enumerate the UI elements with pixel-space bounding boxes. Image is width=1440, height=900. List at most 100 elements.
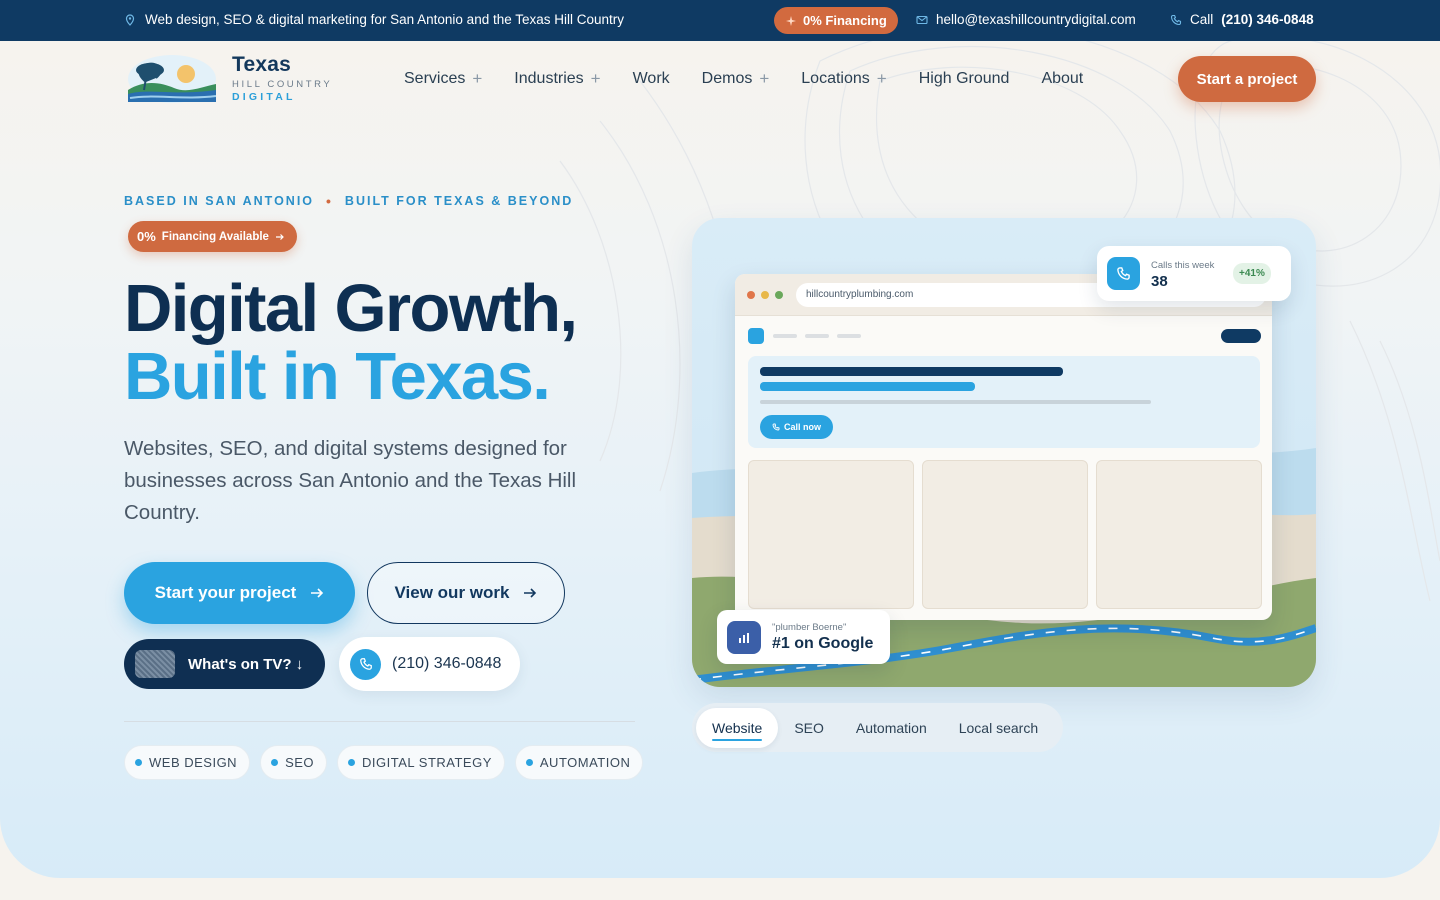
mock-card-row: [748, 460, 1262, 609]
arrow-right-icon: [275, 233, 284, 240]
financing-pill[interactable]: 0% Financing: [774, 7, 898, 34]
mock-nav-button: [1221, 329, 1261, 343]
bullet-icon: [525, 759, 533, 766]
mock-text-bar: [760, 400, 1151, 404]
nav-item-label: Industries: [514, 70, 584, 87]
nav-item-label: Demos: [701, 70, 753, 87]
visual-tabs: Website SEO Automation Local search: [692, 703, 1063, 752]
start-your-project-label: Start your project: [154, 583, 297, 602]
mock-title-bar: [760, 367, 1063, 376]
tab-automation[interactable]: Automation: [840, 708, 943, 748]
headline-line-2: Built in Texas.: [124, 339, 551, 414]
financing-badge-percent: 0%: [137, 229, 156, 244]
topbar-tagline-text: Web design, SEO & digital marketing for …: [145, 12, 625, 27]
browser-mockup: hillcountryplumbing.com Call now: [735, 274, 1272, 620]
tag-label: AUTOMATION: [539, 755, 631, 770]
nav-item-high-ground[interactable]: High Ground: [919, 68, 1010, 90]
mock-site-logo: [748, 328, 764, 344]
nav-item-industries[interactable]: Industries +: [514, 68, 600, 90]
hero-eyebrow: BASED IN SAN ANTONIO • BUILT FOR TEXAS &…: [124, 193, 573, 209]
sparkle-icon: [786, 15, 796, 26]
headline-line-1: Digital Growth,: [124, 271, 578, 346]
tag-label: DIGITAL STRATEGY: [362, 755, 492, 770]
bar-chart-icon: [727, 621, 761, 654]
topbar-email-link[interactable]: hello@texashillcountrydigital.com: [916, 12, 1136, 27]
stat-value: 38: [1151, 273, 1168, 290]
tag-seo[interactable]: SEO: [260, 745, 328, 780]
tv-thumbnail: [135, 650, 175, 678]
phone-icon: [350, 648, 381, 680]
google-rank-card: "plumber Boerne" #1 on Google: [717, 610, 890, 664]
hero-divider: [124, 721, 635, 722]
nav-item-label: Locations: [801, 70, 870, 87]
logo-word-hill-country: HILL COUNTRY: [232, 79, 333, 90]
tab-local-search[interactable]: Local search: [943, 708, 1054, 748]
tag-digital-strategy[interactable]: DIGITAL STRATEGY: [337, 745, 505, 780]
nav-item-locations[interactable]: Locations +: [801, 68, 886, 90]
view-our-work-label: View our work: [394, 583, 510, 602]
bullet-icon: [348, 759, 356, 766]
tag-automation[interactable]: AUTOMATION: [514, 745, 644, 780]
calls-stat-card: Calls this week 38 +41%: [1097, 246, 1291, 301]
topbar-phone-prefix: Call: [1190, 12, 1214, 27]
whats-on-tv-label: What's on TV? ↓: [188, 655, 304, 673]
tag-web-design[interactable]: WEB DESIGN: [124, 745, 251, 780]
nav-item-about[interactable]: About: [1041, 68, 1083, 90]
whats-on-tv-button[interactable]: What's on TV? ↓: [124, 639, 325, 689]
nav-item-label: Work: [632, 70, 670, 87]
topbar-phone-number: (210) 346-0848: [1221, 12, 1314, 27]
plus-icon: +: [590, 69, 601, 88]
hill-country-logo-icon: [128, 55, 217, 103]
tab-website[interactable]: Website: [696, 707, 779, 748]
bullet-icon: [271, 759, 279, 766]
topbar-email-text: hello@texashillcountrydigital.com: [936, 12, 1136, 27]
rank-result: #1 on Google: [772, 635, 874, 652]
mock-nav-links: [773, 334, 861, 338]
map-pin-icon: [125, 13, 135, 26]
mock-call-now-label: Call now: [783, 422, 821, 432]
tag-label: SEO: [285, 755, 315, 770]
mock-card: [1096, 460, 1262, 609]
arrow-right-icon: [311, 588, 324, 598]
tag-label: WEB DESIGN: [149, 755, 238, 770]
view-our-work-button[interactable]: View our work: [367, 562, 565, 624]
window-controls: [747, 291, 783, 299]
stat-label: Calls this week: [1151, 260, 1215, 271]
main-navigation: Services + Industries + Work Demos + Locati…: [404, 68, 1115, 90]
mock-call-now-button: Call now: [760, 415, 833, 439]
phone-call-button[interactable]: (210) 346-0848: [339, 637, 520, 691]
tab-seo[interactable]: SEO: [778, 708, 840, 748]
phone-icon: [1107, 257, 1140, 290]
stat-delta-badge: +41%: [1233, 263, 1271, 284]
topbar-phone-link[interactable]: Call (210) 346-0848: [1170, 12, 1314, 27]
service-tags: WEB DESIGN SEO DIGITAL STRATEGY AUTOMATI…: [124, 745, 644, 780]
phone-icon: [772, 423, 780, 431]
mock-card: [748, 460, 914, 609]
minimize-dot-icon: [761, 291, 769, 299]
logo-word-digital: DIGITAL: [232, 91, 296, 103]
start-your-project-button[interactable]: Start your project: [124, 562, 355, 624]
eyebrow-separator: •: [326, 193, 333, 209]
plus-icon: +: [472, 69, 483, 88]
nav-item-label: About: [1041, 70, 1084, 87]
plus-icon: +: [759, 69, 770, 88]
eyebrow-right: BUILT FOR TEXAS & BEYOND: [344, 194, 574, 208]
mock-subtitle-bar: [760, 382, 975, 391]
rank-query: "plumber Boerne": [772, 622, 847, 633]
plus-icon: +: [876, 69, 887, 88]
financing-available-badge[interactable]: 0% Financing Available: [128, 221, 297, 252]
top-announcement-bar: Web design, SEO & digital marketing for …: [0, 0, 1440, 41]
start-a-project-button[interactable]: Start a project: [1178, 56, 1316, 102]
nav-item-services[interactable]: Services +: [404, 68, 482, 90]
brand-logo[interactable]: Texas HILL COUNTRY DIGITAL: [124, 52, 334, 106]
mail-icon: [916, 15, 928, 24]
bullet-icon: [135, 759, 142, 766]
eyebrow-left: BASED IN SAN ANTONIO: [124, 194, 315, 208]
nav-item-work[interactable]: Work: [633, 68, 670, 90]
nav-item-demos[interactable]: Demos +: [702, 68, 770, 90]
phone-call-label: (210) 346-0848: [392, 655, 502, 672]
arrow-right-icon: [524, 588, 537, 598]
topbar-tagline: Web design, SEO & digital marketing for …: [124, 12, 624, 27]
financing-badge-text: Financing Available: [161, 230, 269, 243]
nav-item-label: High Ground: [918, 70, 1010, 87]
